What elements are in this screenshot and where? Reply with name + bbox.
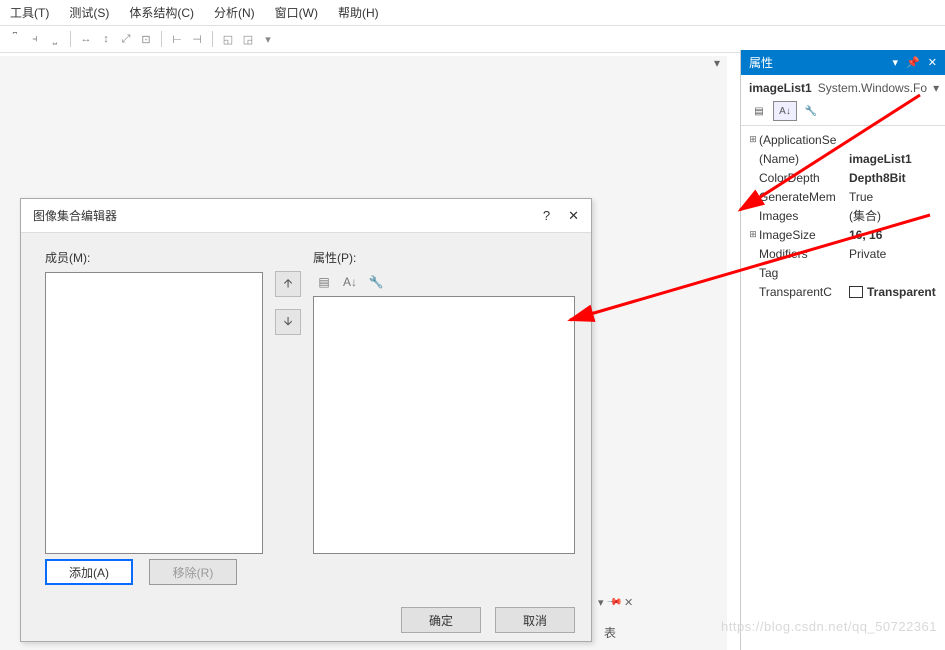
selected-object-type: System.Windows.Fo: [818, 81, 927, 95]
selected-object[interactable]: imageList1 System.Windows.Fo ▾: [741, 75, 945, 97]
dialog-titlebar[interactable]: 图像集合编辑器 ? ✕: [21, 199, 591, 233]
property-grid-empty[interactable]: [313, 296, 575, 554]
close-icon[interactable]: ✕: [568, 208, 579, 224]
expand-icon[interactable]: ⊞: [747, 134, 759, 145]
selected-object-name: imageList1: [749, 81, 812, 95]
properties-icon[interactable]: 🔧: [799, 101, 823, 121]
separator: [70, 31, 71, 47]
ok-button[interactable]: 确定: [401, 607, 481, 633]
properties-panel-title: 属性: [749, 54, 773, 71]
align-bottom-icon[interactable]: ⎵: [46, 30, 64, 48]
properties-panel-header[interactable]: 属性 ▾ 📌 ✕: [741, 50, 945, 75]
pin-icon[interactable]: 📌: [605, 594, 622, 611]
bring-front-icon[interactable]: ◲: [239, 30, 257, 48]
send-back-icon[interactable]: ◱: [219, 30, 237, 48]
help-icon[interactable]: ?: [543, 208, 550, 224]
members-list[interactable]: [45, 272, 263, 554]
menu-structure[interactable]: 体系结构(C): [129, 4, 194, 21]
menu-bar: 工具(T) 测试(S) 体系结构(C) 分析(N) 窗口(W) 帮助(H): [0, 0, 945, 26]
categorized-icon[interactable]: ▤: [313, 272, 335, 292]
watermark: https://blog.csdn.net/qq_50722361: [721, 619, 937, 634]
properties-icon[interactable]: 🔧: [365, 272, 387, 292]
color-swatch-icon: [849, 286, 863, 298]
align-left-icon[interactable]: ⊢: [168, 30, 186, 48]
dropdown-icon[interactable]: ▾: [933, 81, 939, 95]
properties-label: 属性(P):: [313, 249, 575, 266]
move-down-button[interactable]: 🡫: [275, 309, 301, 335]
tool-window-controls: ▾ 📌 ✕: [598, 596, 633, 609]
cancel-button[interactable]: 取消: [495, 607, 575, 633]
expand-icon[interactable]: ⊞: [747, 229, 759, 240]
menu-help[interactable]: 帮助(H): [338, 4, 379, 21]
prop-row-tag[interactable]: Tag: [747, 263, 939, 282]
add-button[interactable]: 添加(A): [45, 559, 133, 585]
separator: [161, 31, 162, 47]
menu-tools[interactable]: 工具(T): [10, 4, 49, 21]
menu-test[interactable]: 测试(S): [69, 4, 109, 21]
distribute-h-icon[interactable]: ↔: [77, 30, 95, 48]
dialog-title: 图像集合编辑器: [33, 207, 117, 224]
align-top-icon[interactable]: ⎴: [6, 30, 24, 48]
members-label: 成员(M):: [45, 249, 263, 266]
close-icon[interactable]: ✕: [624, 596, 633, 609]
designer-dropdown-icon[interactable]: ▾: [707, 56, 727, 76]
dropdown-icon[interactable]: ▾: [893, 56, 899, 69]
alphabetical-icon[interactable]: A↓: [773, 101, 797, 121]
prop-row-images[interactable]: Images (集合): [747, 206, 939, 225]
close-icon[interactable]: ✕: [928, 56, 937, 69]
align-middle-icon[interactable]: ⫞: [26, 30, 44, 48]
tool-window-label: 表: [604, 624, 616, 641]
alphabetical-icon[interactable]: A↓: [339, 272, 361, 292]
move-up-button[interactable]: 🡩: [275, 271, 301, 297]
properties-panel: 属性 ▾ 📌 ✕ imageList1 System.Windows.Fo ▾ …: [740, 50, 945, 650]
pin-icon[interactable]: 📌: [906, 56, 920, 69]
separator: [212, 31, 213, 47]
categorized-icon[interactable]: ▤: [747, 101, 771, 121]
property-grid[interactable]: ⊞ (ApplicationSe (Name) imageList1 Color…: [741, 126, 945, 305]
prop-row-colordepth[interactable]: ColorDepth Depth8Bit: [747, 168, 939, 187]
remove-button: 移除(R): [149, 559, 237, 585]
prop-row-name[interactable]: (Name) imageList1: [747, 149, 939, 168]
dropdown-icon[interactable]: ▾: [598, 596, 604, 609]
image-collection-editor-dialog: 图像集合编辑器 ? ✕ 成员(M): 🡩 🡫 属性(P): ▤ A↓ 🔧 添加(…: [20, 198, 592, 642]
menu-window[interactable]: 窗口(W): [275, 4, 318, 21]
distribute-v-icon[interactable]: ↕: [97, 30, 115, 48]
shrink-icon[interactable]: ⊡: [137, 30, 155, 48]
prop-row-modifiers[interactable]: Modifiers Private: [747, 244, 939, 263]
prop-row-applicationsettings[interactable]: ⊞ (ApplicationSe: [747, 130, 939, 149]
prop-row-transparentcolor[interactable]: TransparentC Transparent: [747, 282, 939, 301]
dropdown-icon[interactable]: ▾: [259, 30, 277, 48]
menu-analyze[interactable]: 分析(N): [214, 4, 255, 21]
align-right-icon[interactable]: ⊣: [188, 30, 206, 48]
layout-toolbar: ⎴ ⫞ ⎵ ↔ ↕ ⤢ ⊡ ⊢ ⊣ ◱ ◲ ▾: [0, 26, 945, 53]
expand-icon[interactable]: ⤢: [117, 30, 135, 48]
prop-row-imagesize[interactable]: ⊞ ImageSize 16, 16: [747, 225, 939, 244]
prop-row-generatemember[interactable]: GenerateMem True: [747, 187, 939, 206]
